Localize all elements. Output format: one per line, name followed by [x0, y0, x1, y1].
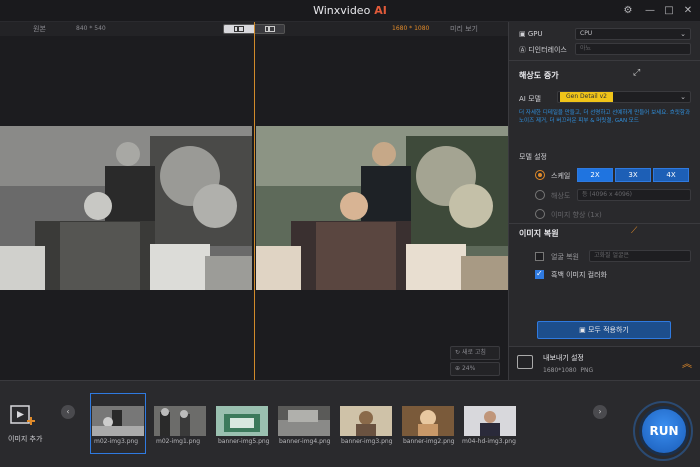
thumbnail-2[interactable] — [154, 406, 206, 436]
scale-2x-button[interactable]: 2X — [577, 168, 613, 182]
apply-all-label: 모두 적용하기 — [587, 326, 629, 334]
gpu-select-value: CPU — [580, 30, 593, 37]
preview-label: 미리 보기 — [450, 25, 478, 33]
deinterlace-select[interactable]: 아뇨 — [575, 43, 691, 55]
thumbnail-name: banner-img2.png — [403, 438, 455, 445]
thumbnail-name: banner-img4.png — [279, 438, 331, 445]
minimize-button[interactable]: — — [643, 4, 657, 18]
original-photo — [0, 126, 252, 290]
magic-wand-icon: ⟋ — [631, 226, 638, 236]
image-queue: 이미지 추가 ‹ m02-img3.png m02-img1.png banne… — [0, 380, 700, 467]
original-dimensions: 840 * 540 — [76, 25, 106, 32]
add-image-label: 이미지 추가 — [8, 435, 43, 443]
resolution-radio[interactable] — [535, 190, 545, 200]
add-image-button[interactable]: 이미지 추가 — [8, 403, 52, 443]
ai-model-value: Gen Detail v2 — [560, 92, 614, 102]
face-restore-select[interactable]: 고화질 얼굴은 — [589, 250, 691, 262]
refresh-button[interactable]: ↻ 새로 고침 — [450, 346, 500, 360]
gpu-row: ▣ GPU — [519, 30, 543, 38]
thumbnail-name: m04-hd-img3.png — [462, 438, 516, 445]
export-format: PNG — [580, 367, 594, 374]
face-restore-checkbox[interactable] — [535, 252, 544, 261]
export-settings-icon — [517, 355, 533, 369]
resolution-label: 해상도 — [551, 192, 571, 200]
deinterlace-icon: Ⓐ — [519, 46, 526, 54]
side-by-side-icon — [265, 26, 275, 32]
app-title-text: Winxvideo — [313, 4, 371, 17]
thumbnail-name: banner-img5.png — [218, 438, 270, 445]
refresh-label: 새로 고침 — [461, 349, 486, 356]
deinterlace-label: 디인터레이스 — [528, 46, 567, 54]
colorize-label: 흑백 이미지 컬러화 — [551, 271, 607, 279]
export-dims: 1680*1080 — [543, 367, 577, 374]
maximize-button[interactable]: □ — [662, 4, 676, 18]
scroll-left-button[interactable]: ‹ — [61, 405, 75, 419]
scroll-right-button[interactable]: › — [593, 405, 607, 419]
gpu-label: GPU — [527, 30, 543, 38]
output-dimensions: 1680 * 1080 — [392, 25, 430, 32]
upscale-icon: ⤢ — [633, 68, 641, 78]
model-settings-label: 모델 설정 — [519, 153, 547, 161]
export-settings[interactable]: 내보내기 설정 1680*1080 PNG ︽ — [509, 346, 700, 380]
add-image-icon — [10, 405, 35, 425]
app-title-ai: AI — [374, 4, 387, 17]
deinterlace-row: Ⓐ 디인터레이스 — [519, 45, 567, 55]
settings-panel: ▣ GPU CPU ⌄ Ⓐ 디인터레이스 아뇨 해상도 증가 ⤢ AI 모델 Ge… — [508, 22, 700, 380]
gpu-select[interactable]: CPU ⌄ — [575, 28, 691, 40]
thumbnail-5[interactable] — [340, 406, 392, 436]
export-details: 1680*1080 PNG — [543, 367, 593, 374]
chevron-down-icon: ⌄ — [680, 30, 686, 38]
compare-split-handle[interactable] — [254, 22, 255, 380]
title-bar: Winxvideo AI ⚙ — □ ✕ — [0, 0, 700, 22]
chevron-up-icon[interactable]: ︽ — [682, 355, 692, 370]
thumbnail-name: m02-img3.png — [94, 438, 139, 445]
face-restore-label: 얼굴 복원 — [551, 253, 579, 261]
split-view-icon — [234, 26, 244, 32]
image-enhance-label: 이미지 향상 (1x) — [551, 211, 602, 219]
deinterlace-value: 아뇨 — [580, 45, 592, 52]
close-button[interactable]: ✕ — [681, 4, 695, 18]
scale-3x-button[interactable]: 3X — [615, 168, 651, 182]
restore-section-title: 이미지 복원 — [519, 229, 559, 238]
thumbnail-7[interactable] — [464, 406, 516, 436]
thumbnail-name: m02-img1.png — [156, 438, 201, 445]
thumbnail-4[interactable] — [278, 406, 330, 436]
chevron-down-icon: ⌄ — [680, 93, 686, 101]
resolution-field[interactable]: 등 (4096 x 4096) — [577, 189, 691, 201]
gpu-icon: ▣ — [519, 30, 526, 38]
scale-radio[interactable] — [535, 170, 545, 180]
model-description: 더 자세한 디테일을 만들고, 더 선명하고 선예하게 만들어 보세요. 흐릿함… — [519, 110, 691, 124]
zoom-level: 24% — [461, 365, 476, 372]
thumbnail-6[interactable] — [402, 406, 454, 436]
run-button[interactable]: RUN — [639, 406, 689, 456]
original-label: 원본 — [33, 25, 46, 33]
apply-icon: ▣ — [579, 326, 586, 334]
apply-all-button[interactable]: ▣ 모두 적용하기 — [537, 321, 671, 339]
zoom-button[interactable]: ⊕ 24% — [450, 362, 500, 376]
divider — [509, 223, 700, 224]
side-by-side-view-button[interactable] — [255, 25, 284, 33]
thumbnail-1[interactable] — [92, 406, 144, 436]
app-title: Winxvideo AI — [0, 4, 700, 17]
resolution-placeholder: 등 (4096 x 4096) — [582, 191, 633, 198]
thumbnail-name: banner-img3.png — [341, 438, 393, 445]
thumbnail-3[interactable] — [216, 406, 268, 436]
ai-model-select[interactable]: Gen Detail v2 ⌄ — [557, 91, 691, 103]
scale-4x-button[interactable]: 4X — [653, 168, 689, 182]
divider — [509, 60, 700, 61]
export-title: 내보내기 설정 — [543, 354, 584, 362]
scale-label: 스케일 — [551, 172, 571, 180]
split-view-button[interactable] — [224, 25, 254, 33]
enhanced-photo — [256, 126, 508, 290]
ai-model-label: AI 모델 — [519, 95, 541, 103]
image-enhance-radio[interactable] — [535, 209, 545, 219]
gear-icon[interactable]: ⚙ — [621, 4, 635, 18]
face-restore-value: 고화질 얼굴은 — [594, 252, 630, 259]
upscale-section-title: 해상도 증가 — [519, 71, 559, 80]
colorize-checkbox[interactable] — [535, 269, 544, 279]
